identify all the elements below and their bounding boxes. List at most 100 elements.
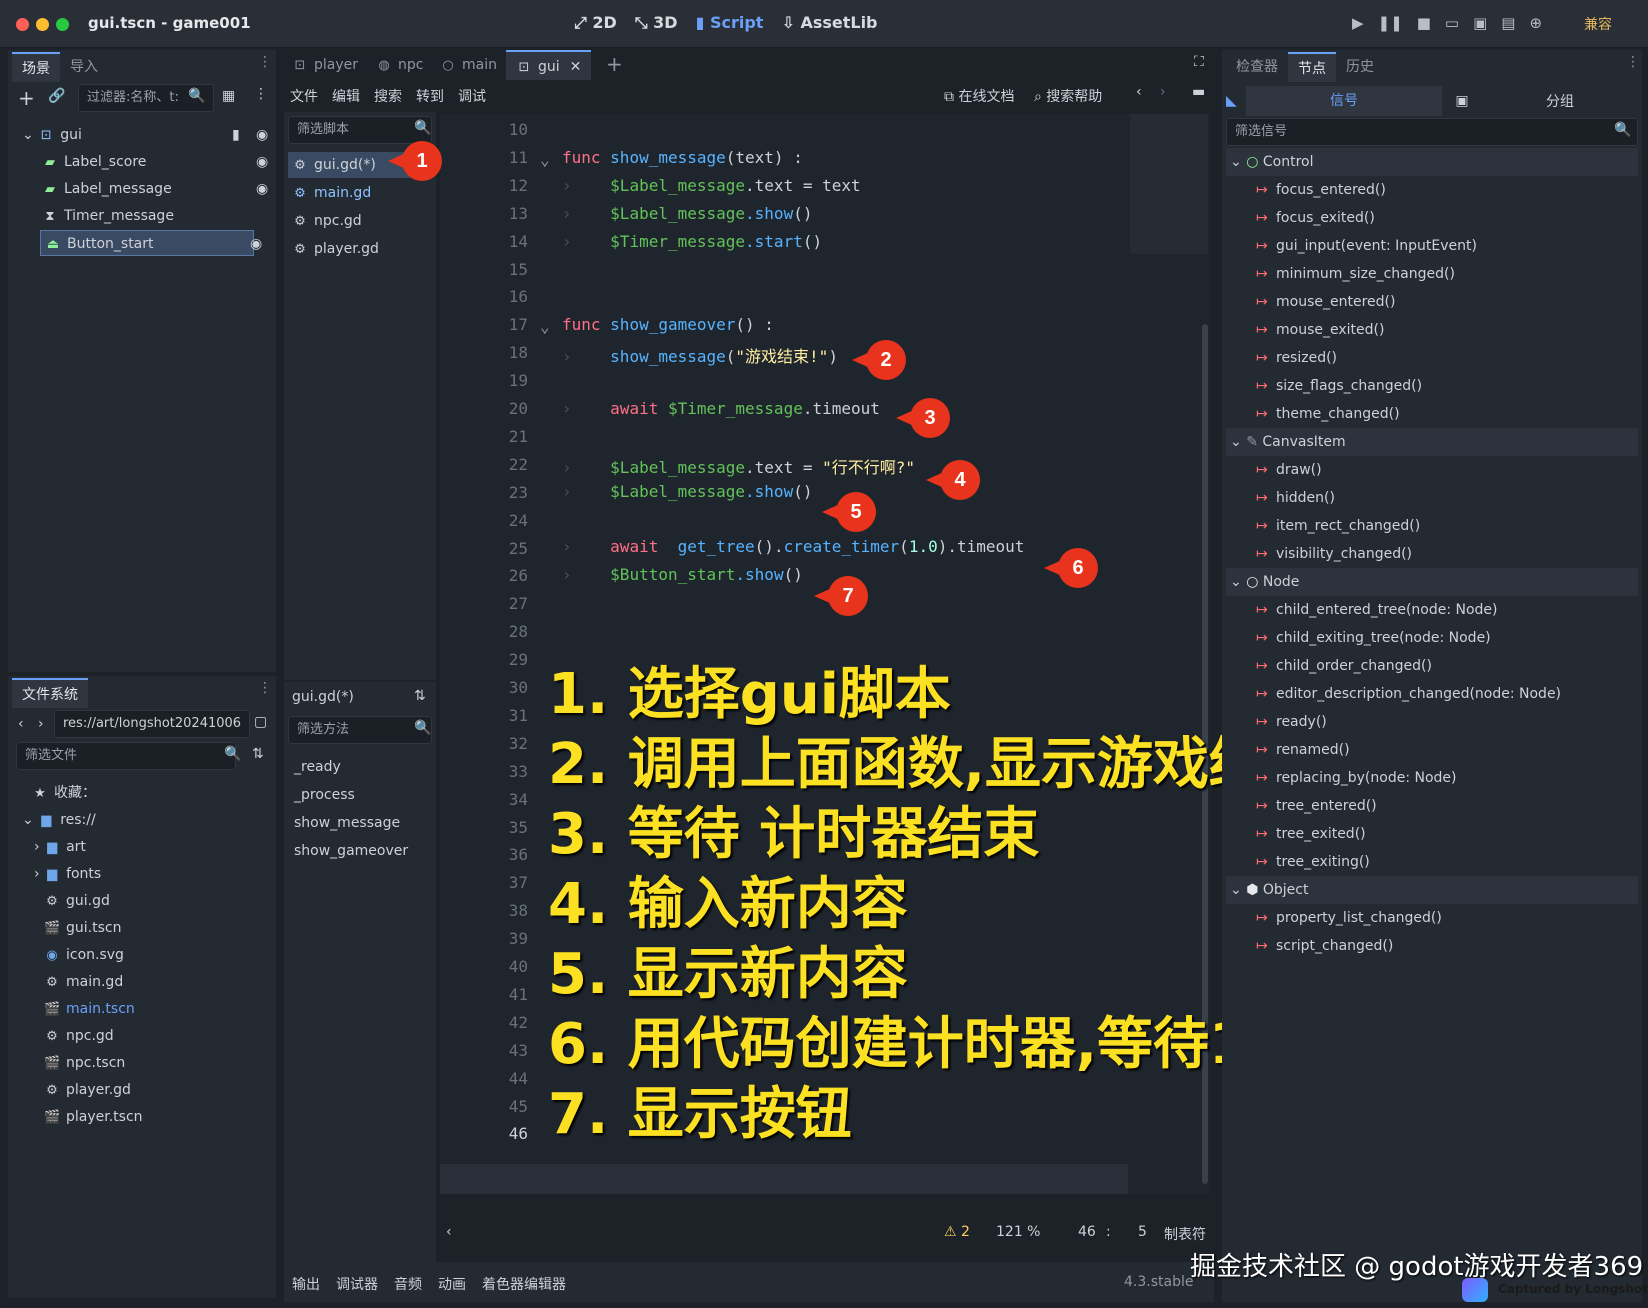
add-tab-icon[interactable]: + <box>606 52 623 76</box>
toggle-panel-icon[interactable]: ▬ <box>1192 84 1205 100</box>
signal-item[interactable]: ↦ replacing_by(node: Node) <box>1256 764 1457 792</box>
close-window-button[interactable] <box>16 18 29 31</box>
movie-maker-icon[interactable]: ▣ <box>1473 14 1487 32</box>
close-tab-icon[interactable]: ✕ <box>570 59 582 75</box>
signal-group-node[interactable]: ⌄ ○ Node <box>1226 568 1638 596</box>
pause-icon[interactable]: ❚❚ <box>1378 14 1403 32</box>
zoom-level[interactable]: 121 % <box>996 1224 1040 1240</box>
signal-group-control[interactable]: ⌄ ○ Control <box>1226 148 1638 176</box>
signal-item[interactable]: ↦ focus_entered() <box>1256 176 1386 204</box>
method-item[interactable]: _process <box>294 782 355 808</box>
signal-item[interactable]: ↦ child_order_changed() <box>1256 652 1432 680</box>
visibility-eye-icon[interactable]: ◉ <box>256 149 268 175</box>
signal-item[interactable]: ↦ resized() <box>1256 344 1337 372</box>
script-item-main[interactable]: ⚙ main.gd <box>292 180 371 206</box>
tab-npc[interactable]: ◍ npc <box>376 52 423 78</box>
file-filter-input[interactable]: 筛选文件 <box>16 742 236 770</box>
folder-art[interactable]: › ▆ art <box>34 834 86 860</box>
tab-audio[interactable]: 音频 <box>394 1274 422 1294</box>
folder-fonts[interactable]: › ▆ fonts <box>34 861 101 887</box>
toggle-scripts-panel-icon[interactable]: ‹ <box>446 1224 452 1240</box>
method-filter-input[interactable]: 筛选方法 <box>288 716 432 744</box>
tab-gui[interactable]: ⊡ gui ✕ <box>506 50 592 80</box>
fold-arrow-icon[interactable]: ⌄ <box>540 317 550 336</box>
tab-output[interactable]: 输出 <box>292 1274 320 1294</box>
tab-history[interactable]: 历史 <box>1336 52 1384 82</box>
signal-group-canvasitem[interactable]: ⌄ ✎ CanvasItem <box>1226 428 1638 456</box>
menu-edit[interactable]: 编辑 <box>332 86 360 106</box>
script-filter-input[interactable]: 筛选脚本 <box>288 116 432 144</box>
signal-item[interactable]: ↦ editor_description_changed(node: Node) <box>1256 680 1561 708</box>
method-item[interactable]: show_message <box>294 810 400 836</box>
file-gui-tscn[interactable]: 🎬 gui.tscn <box>44 915 121 941</box>
signal-filter-input[interactable]: 筛选信号 <box>1226 118 1638 146</box>
menu-search[interactable]: 搜索 <box>374 86 402 106</box>
script-attached-icon[interactable]: ▮ <box>232 122 240 148</box>
script-item-player[interactable]: ⚙ player.gd <box>292 236 379 262</box>
signal-item[interactable]: ↦ tree_exited() <box>1256 820 1366 848</box>
visibility-eye-icon[interactable]: ◉ <box>250 236 262 252</box>
zoom-window-button[interactable] <box>56 18 69 31</box>
visibility-eye-icon[interactable]: ◉ <box>256 122 268 148</box>
favorites-item[interactable]: ★ 收藏： <box>32 780 96 806</box>
path-field[interactable]: res://art/longshot20241006 <box>54 710 250 738</box>
back-icon[interactable]: ‹ <box>18 716 24 732</box>
instance-scene-icon[interactable]: 🔗 <box>48 88 65 104</box>
visibility-eye-icon[interactable]: ◉ <box>256 176 268 202</box>
tab-node[interactable]: 节点 <box>1288 52 1336 82</box>
tab-import[interactable]: 导入 <box>60 52 108 82</box>
tab-animation[interactable]: 动画 <box>438 1274 466 1294</box>
file-player-gd[interactable]: ⚙ player.gd <box>44 1077 131 1103</box>
signal-item[interactable]: ↦ child_exiting_tree(node: Node) <box>1256 624 1491 652</box>
signal-item[interactable]: ↦ visibility_changed() <box>1256 540 1412 568</box>
next-script-icon[interactable]: › <box>1160 84 1166 100</box>
signal-item[interactable]: ↦ item_rect_changed() <box>1256 512 1420 540</box>
stop-icon[interactable]: ■ <box>1417 14 1431 32</box>
tree-node-label-score[interactable]: ▰ Label_score ◉ <box>42 149 272 175</box>
run-scene-icon[interactable]: ▤ <box>1501 14 1515 32</box>
prev-script-icon[interactable]: ‹ <box>1136 84 1142 100</box>
signal-item[interactable]: ↦ tree_entered() <box>1256 792 1377 820</box>
tab-inspector[interactable]: 检查器 <box>1226 52 1288 82</box>
tree-node-button-start[interactable]: ⏏ Button_start <box>40 230 254 256</box>
tab-player[interactable]: ⊡ player <box>292 52 358 78</box>
tree-node-label-message[interactable]: ▰ Label_message ◉ <box>42 176 272 202</box>
menu-file[interactable]: 文件 <box>290 86 318 106</box>
mode-assetlib-button[interactable]: ⇩ AssetLib <box>781 13 877 33</box>
file-npc-tscn[interactable]: 🎬 npc.tscn <box>44 1050 125 1076</box>
tree-node-timer-message[interactable]: ⧗ Timer_message <box>42 203 272 229</box>
folder-res[interactable]: ⌄ ▆ res:// <box>22 807 96 833</box>
menu-debug[interactable]: 调试 <box>458 86 486 106</box>
file-player-tscn[interactable]: 🎬 player.tscn <box>44 1104 143 1130</box>
minimize-window-button[interactable] <box>36 18 49 31</box>
tree-node-gui[interactable]: ⌄ ⊡ gui ▮ ◉ <box>22 122 272 148</box>
indent-mode[interactable]: 制表符 <box>1164 1224 1206 1244</box>
tab-main[interactable]: ○ main <box>440 52 497 78</box>
search-help-button[interactable]: ⌕ 搜索帮助 <box>1034 86 1102 106</box>
signal-item[interactable]: ↦ size_flags_changed() <box>1256 372 1422 400</box>
menu-goto[interactable]: 转到 <box>416 86 444 106</box>
signal-item[interactable]: ↦ child_entered_tree(node: Node) <box>1256 596 1498 624</box>
file-main-tscn[interactable]: 🎬 main.tscn <box>44 996 135 1022</box>
signal-group-object[interactable]: ⌄ ⬢ Object <box>1226 876 1638 904</box>
fold-arrow-icon[interactable]: ⌄ <box>540 150 550 169</box>
file-main-gd[interactable]: ⚙ main.gd <box>44 969 123 995</box>
renderer-selector[interactable]: 兼容 <box>1584 14 1612 34</box>
forward-icon[interactable]: › <box>38 716 44 732</box>
add-node-icon[interactable]: + <box>18 86 35 110</box>
tab-filesystem[interactable]: 文件系统 <box>12 678 88 708</box>
signals-tab[interactable]: 信号 <box>1246 86 1442 116</box>
signal-item[interactable]: ↦ mouse_entered() <box>1256 288 1395 316</box>
scene-menu-icon[interactable]: ⋮ <box>254 86 268 102</box>
signal-item[interactable]: ↦ tree_exiting() <box>1256 848 1370 876</box>
debug-icon[interactable]: ⊕ <box>1529 14 1542 32</box>
tab-shader-editor[interactable]: 着色器编辑器 <box>482 1274 566 1294</box>
signal-item[interactable]: ↦ draw() <box>1256 456 1322 484</box>
dock-menu-icon[interactable]: ⋮ <box>258 680 272 696</box>
file-icon-svg[interactable]: ◉ icon.svg <box>44 942 124 968</box>
file-gui-gd[interactable]: ⚙ gui.gd <box>44 888 110 914</box>
minimap[interactable] <box>1130 114 1208 254</box>
split-view-icon[interactable]: ▢ <box>254 714 267 730</box>
signal-item[interactable]: ↦ minimum_size_changed() <box>1256 260 1455 288</box>
online-docs-button[interactable]: ⧉ 在线文档 <box>944 86 1014 106</box>
